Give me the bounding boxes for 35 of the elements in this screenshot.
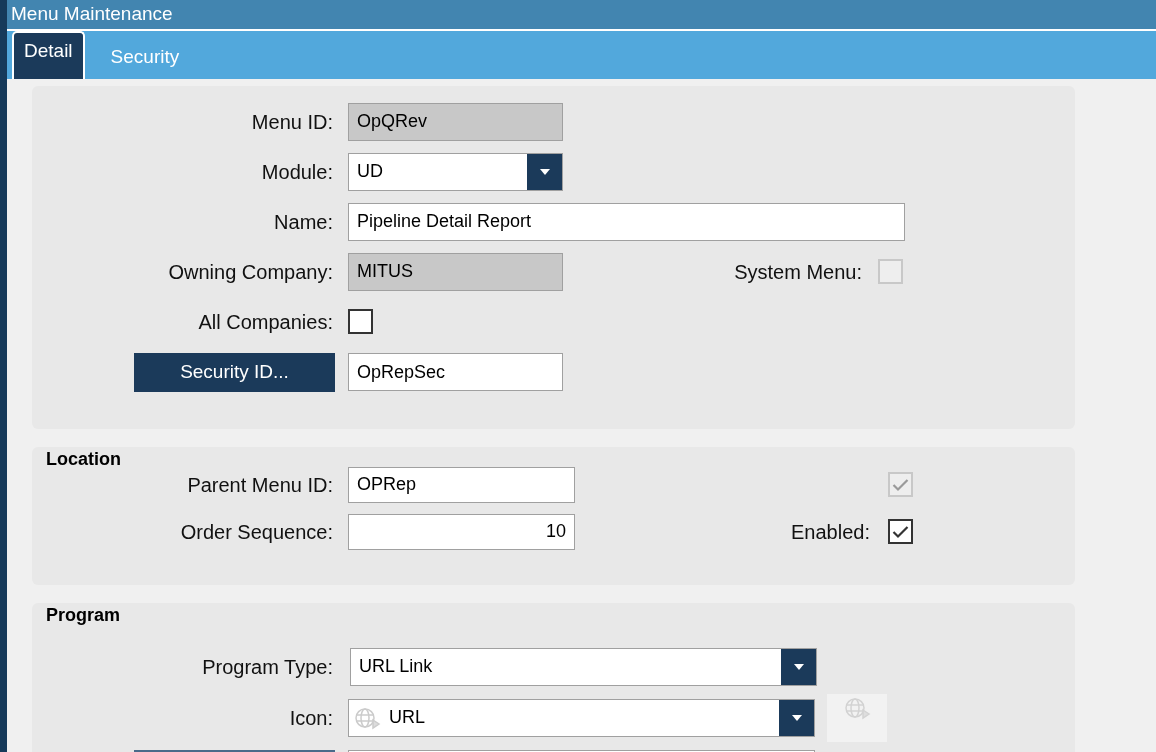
field-label: All Companies: bbox=[198, 309, 333, 335]
field-label: Icon: bbox=[289, 705, 333, 731]
icon-dropdown[interactable]: URL bbox=[348, 698, 815, 737]
input-field[interactable]: OPRep bbox=[348, 466, 575, 503]
checkmark-icon bbox=[892, 477, 909, 492]
field-label: Owning Company: bbox=[168, 259, 333, 285]
dropdown-arrow-button[interactable] bbox=[779, 699, 814, 736]
caret-icon bbox=[793, 663, 804, 670]
program-type-dropdown[interactable]: URL Link bbox=[350, 647, 817, 686]
field-label: Parent Menu ID: bbox=[187, 472, 333, 498]
section-heading: Location bbox=[45, 448, 122, 467]
field-label: Program Type: bbox=[202, 654, 333, 680]
checkbox[interactable] bbox=[888, 519, 913, 544]
input-field[interactable]: OpRepSec bbox=[348, 353, 563, 391]
tab[interactable]: Detail bbox=[12, 30, 85, 79]
field-label: Name: bbox=[274, 209, 333, 235]
globe-icon bbox=[843, 695, 871, 720]
caret-icon bbox=[791, 714, 802, 721]
security-id-button[interactable]: Security ID... bbox=[134, 352, 335, 392]
field-label: Menu ID: bbox=[251, 109, 333, 135]
section-heading: Program bbox=[45, 604, 122, 625]
input-field[interactable]: 10 bbox=[348, 513, 575, 550]
field-label: Module: bbox=[261, 159, 333, 185]
field-label: Enabled: bbox=[791, 519, 870, 545]
checkmark-icon bbox=[892, 524, 909, 539]
input-field[interactable]: Pipeline Detail Report bbox=[348, 202, 905, 241]
dropdown-arrow-button[interactable] bbox=[781, 648, 816, 685]
caret-icon bbox=[539, 168, 550, 175]
dropdown-arrow-button[interactable] bbox=[527, 153, 562, 190]
field-label: System Menu: bbox=[734, 259, 862, 285]
globe-icon bbox=[353, 705, 381, 730]
field-label: Order Sequence: bbox=[180, 519, 333, 545]
checkbox[interactable] bbox=[348, 309, 373, 334]
window-title: Menu Maintenance bbox=[11, 2, 173, 26]
module-dropdown[interactable]: UD bbox=[348, 152, 563, 191]
